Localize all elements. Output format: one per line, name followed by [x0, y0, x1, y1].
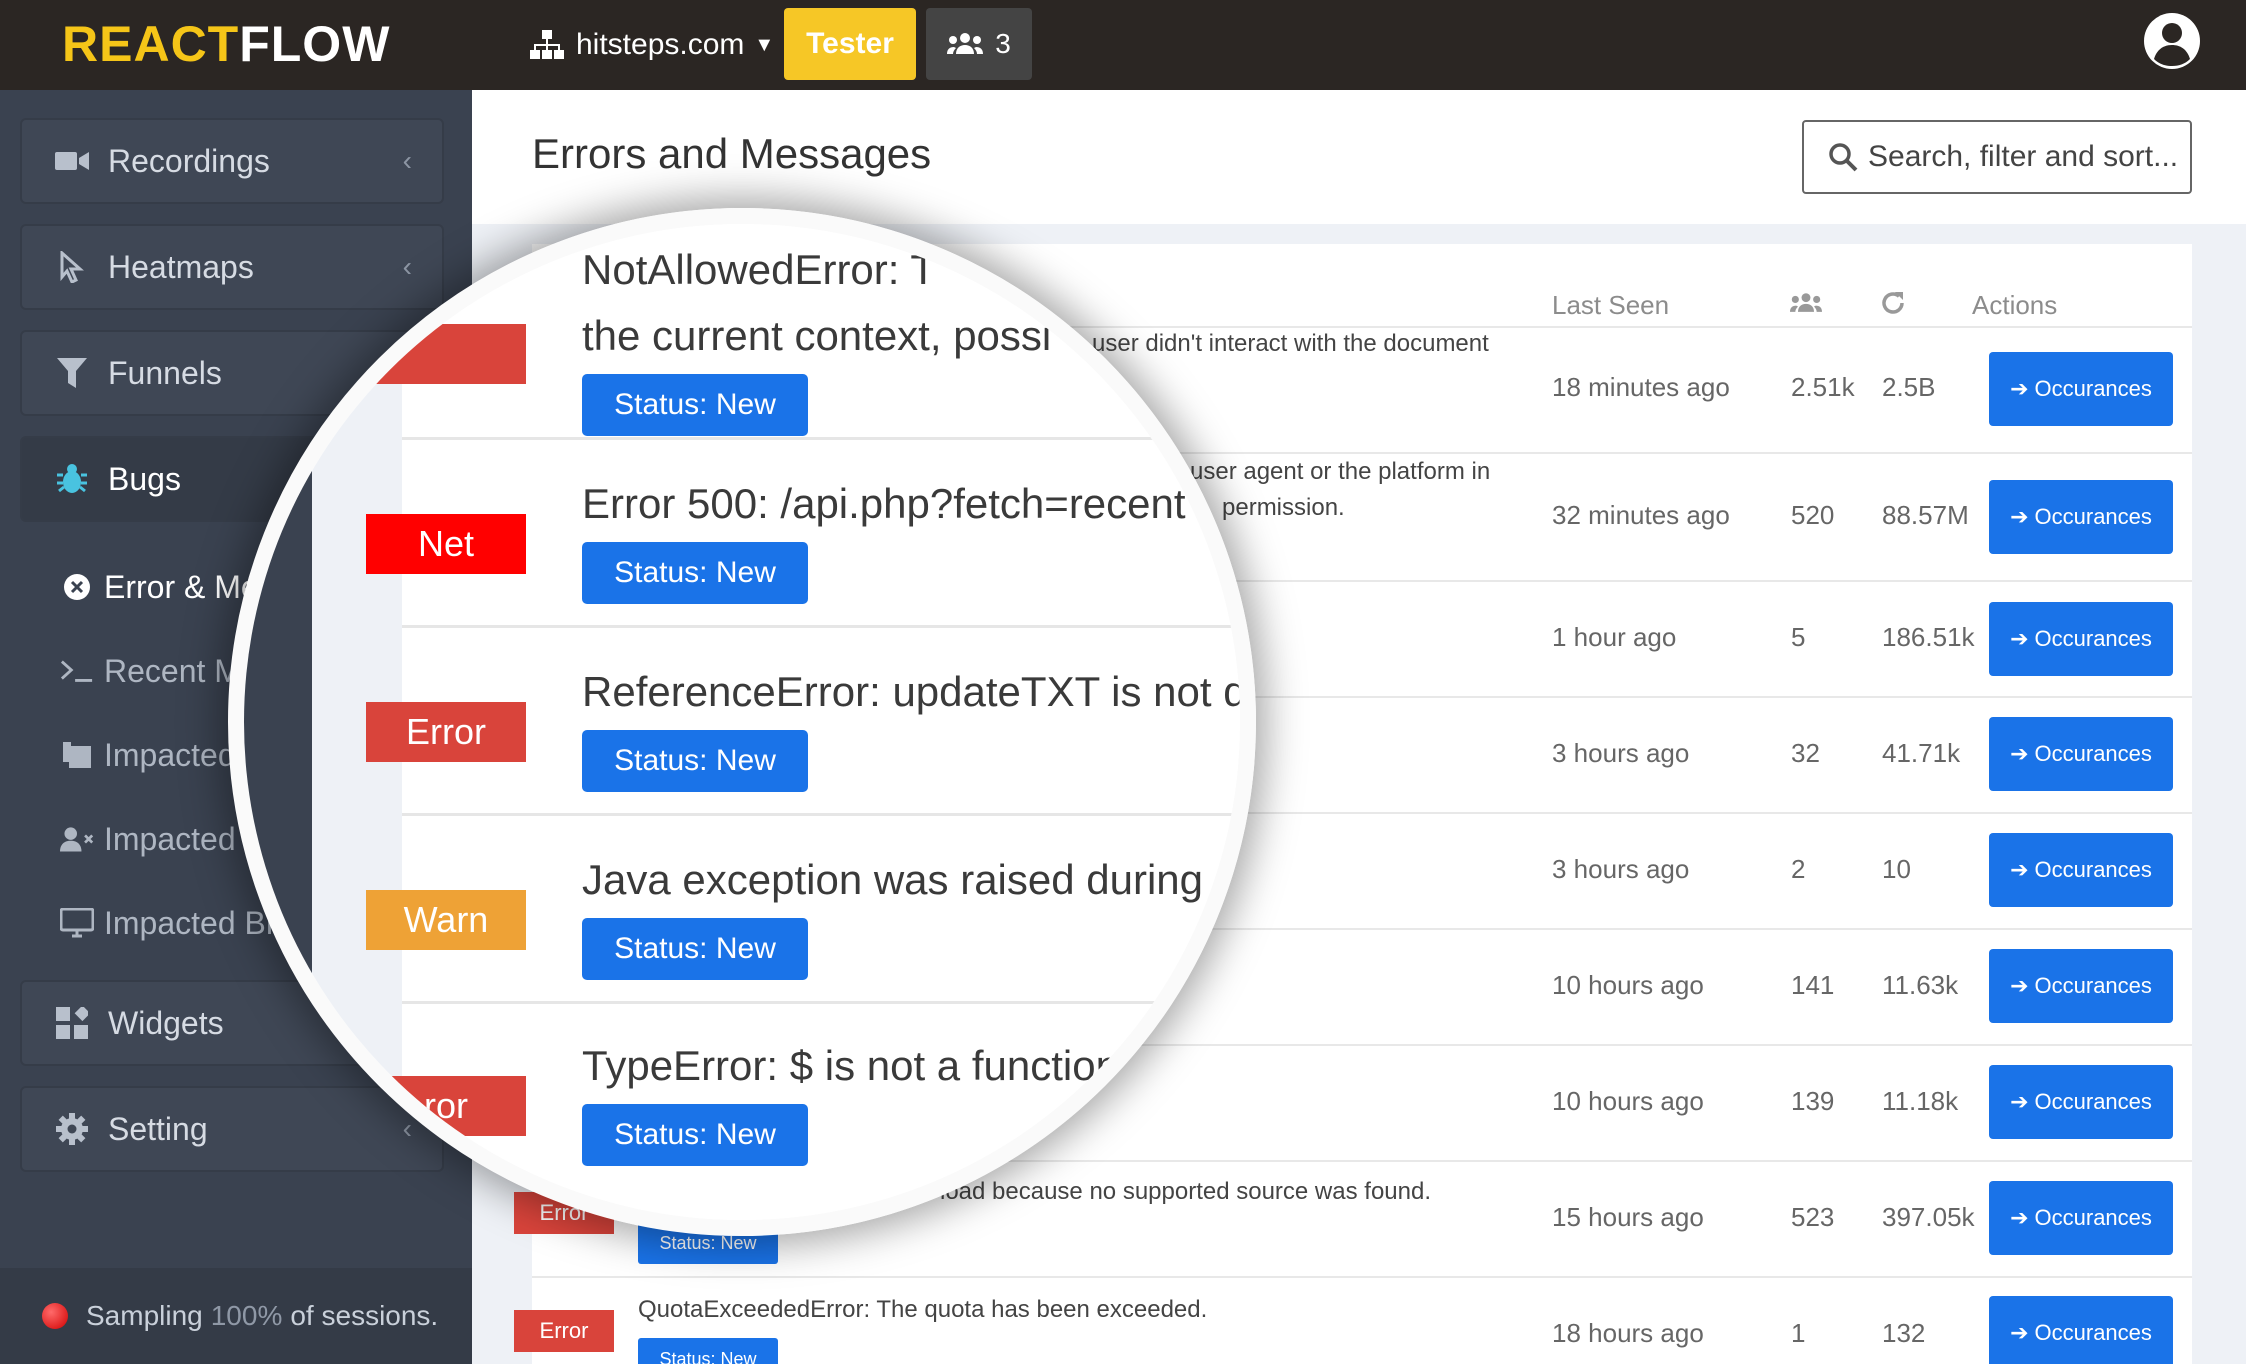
- terminal-icon: [60, 659, 94, 683]
- status-badge[interactable]: Status: New: [582, 1104, 808, 1166]
- occurances-button[interactable]: ➔ Occurances: [1989, 480, 2173, 554]
- arrow-right-icon: ➔: [2010, 504, 2029, 529]
- occurances-button[interactable]: ➔ Occurances: [1989, 1181, 2173, 1255]
- video-camera-icon: [54, 150, 90, 172]
- app-logo[interactable]: REACTFLOW: [62, 14, 390, 74]
- bug-icon: [54, 463, 90, 495]
- sampling-status: Sampling 100% of sessions.: [0, 1268, 472, 1364]
- magnified-row[interactable]: [402, 440, 1240, 628]
- arrow-right-icon: ➔: [2010, 626, 2029, 651]
- net-badge: Net: [366, 514, 526, 574]
- arrow-right-icon: ➔: [2010, 973, 2029, 998]
- monitor-icon: [60, 908, 94, 938]
- chevron-left-icon: ‹: [402, 145, 412, 176]
- error-badge: Error: [366, 702, 526, 762]
- error-badge: [366, 324, 526, 384]
- occurances-button[interactable]: ➔ Occurances: [1989, 352, 2173, 426]
- arrow-right-icon: ➔: [2010, 1320, 2029, 1345]
- status-badge[interactable]: Status: New: [582, 918, 808, 980]
- column-last-seen[interactable]: Last Seen: [1552, 290, 1669, 321]
- magnified-row[interactable]: [402, 1004, 1240, 1220]
- magnified-row[interactable]: [402, 628, 1240, 816]
- site-name: hitsteps.com: [576, 28, 745, 61]
- recording-dot-icon: [42, 1303, 68, 1329]
- error-badge: ror: [366, 1076, 526, 1136]
- occurances-button[interactable]: ➔ Occurances: [1989, 717, 2173, 791]
- warn-badge: Warn: [366, 890, 526, 950]
- online-users-count: 3: [995, 28, 1011, 59]
- occurances-button[interactable]: ➔ Occurances: [1989, 949, 2173, 1023]
- funnel-icon: [54, 358, 90, 388]
- online-users-button[interactable]: 3: [926, 8, 1032, 80]
- sidebar-subitem-impacted-users[interactable]: Impacted: [60, 814, 236, 864]
- gear-icon: [54, 1112, 90, 1146]
- arrow-right-icon: ➔: [2010, 1089, 2029, 1114]
- status-badge[interactable]: Status: New: [582, 730, 808, 792]
- occurances-button[interactable]: ➔ Occurances: [1989, 1296, 2173, 1364]
- circle-x-icon: [60, 573, 94, 601]
- status-badge[interactable]: Status: New: [582, 374, 808, 436]
- arrow-right-icon: ➔: [2010, 1205, 2029, 1230]
- arrow-right-icon: ➔: [2010, 741, 2029, 766]
- user-avatar-icon[interactable]: [2142, 11, 2202, 71]
- users-icon: [1790, 293, 1822, 312]
- cursor-icon: [54, 251, 90, 283]
- sidebar-subitem-recent[interactable]: Recent M: [60, 646, 241, 696]
- search-input[interactable]: Search, filter and sort...: [1802, 120, 2192, 194]
- sidebar-subitem-impacted-pages[interactable]: Impacted: [60, 730, 236, 780]
- user-x-icon: [60, 825, 94, 853]
- sidebar-subitem-error-messages[interactable]: Error & Me: [60, 562, 259, 612]
- status-badge[interactable]: Status: New: [638, 1338, 778, 1364]
- page-title: Errors and Messages: [532, 130, 932, 177]
- tester-button[interactable]: Tester: [784, 8, 916, 80]
- sidebar-item-recordings[interactable]: Recordings ‹: [20, 118, 444, 204]
- main-header: Errors and Messages Search, filter and s…: [472, 90, 2246, 224]
- column-actions: Actions: [1972, 290, 2058, 320]
- magnified-row[interactable]: [402, 816, 1240, 1004]
- magnifier-lens: NotAllowedError: T the current context, …: [228, 208, 1256, 1236]
- site-selector[interactable]: hitsteps.com ▼: [530, 18, 774, 72]
- arrow-right-icon: ➔: [2010, 857, 2029, 882]
- status-badge[interactable]: Status: New: [582, 542, 808, 604]
- reload-icon: [1882, 292, 1904, 314]
- magnified-sidebar: [244, 224, 312, 1220]
- search-icon: [1829, 143, 1858, 172]
- occurances-button[interactable]: ➔ Occurances: [1989, 833, 2173, 907]
- widgets-icon: [54, 1007, 90, 1039]
- occurances-button[interactable]: ➔ Occurances: [1989, 602, 2173, 676]
- occurances-button[interactable]: ➔ Occurances: [1989, 1065, 2173, 1139]
- arrow-right-icon: ➔: [2010, 376, 2029, 401]
- pages-icon: [60, 740, 94, 770]
- error-badge: Error: [514, 1310, 614, 1352]
- top-bar: REACTFLOW hitsteps.com ▼ Tester 3: [0, 0, 2246, 90]
- caret-down-icon: ▼: [754, 33, 775, 56]
- sitemap-icon: [530, 30, 564, 59]
- users-icon: [947, 33, 984, 54]
